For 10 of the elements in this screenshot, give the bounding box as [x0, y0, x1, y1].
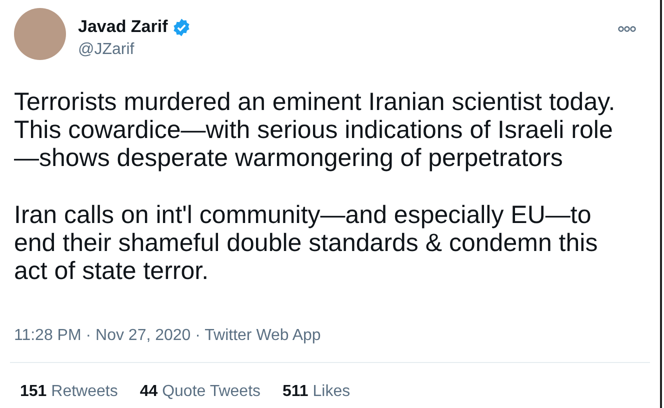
tweet-timestamp: 11:28 PM · Nov 27, 2020 · Twitter Web App: [13, 326, 322, 345]
more-options-icon[interactable]: [618, 25, 636, 33]
stat-link[interactable]: 44 Quote Tweets: [140, 383, 261, 401]
author-handle[interactable]: @JZarif: [78, 41, 606, 59]
author-name[interactable]: Javad Zarif: [78, 17, 168, 37]
tweet-text: Terrorists murdered an eminent Iranian scientist today. This cowardice—with serious indications of Israeli role —shows desperate warmongering of perpetrators: [14, 88, 616, 172]
stat-link[interactable]: 511 Likes: [282, 383, 350, 401]
avatar[interactable]: [14, 8, 66, 60]
stat-link[interactable]: 151 Retweets: [20, 383, 118, 401]
tweet-text: Iran calls on int'l community—and especially EU—to end their shameful double standards & condemn this act of state terror.: [14, 201, 599, 285]
